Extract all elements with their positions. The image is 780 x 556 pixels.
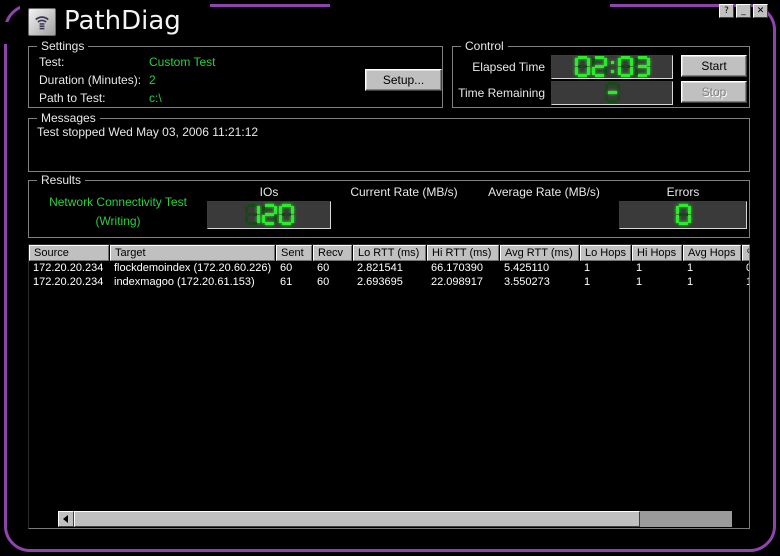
setup-button[interactable]: Setup...: [365, 69, 442, 91]
messages-panel: Messages Test stopped Wed May 03, 2006 1…: [28, 111, 750, 172]
setting-label-duration: Duration (Minutes):: [39, 73, 142, 87]
results-header-average-rate: Average Rate (MB/s): [488, 185, 600, 199]
lcd-digit: [617, 56, 633, 78]
table-cell: indexmagoo (172.20.61.153): [114, 276, 255, 288]
window-controls: ? _ ✕: [719, 4, 768, 18]
setting-row-path: Path to Test: c:\: [39, 91, 162, 105]
scrollbar-corner: [732, 511, 748, 527]
scrollbar-thumb[interactable]: [74, 511, 640, 527]
results-panel: Results Network Connectivity Test (Writi…: [28, 173, 750, 238]
application-window: PathDiag ? _ ✕ Settings Test: Custom Test…: [0, 0, 780, 556]
table-cell: 60: [317, 262, 330, 274]
table-column-header[interactable]: Hi RTT (ms): [427, 245, 499, 261]
table-row[interactable]: 172.20.20.234 flockdemoindex (172.20.60.2…: [29, 261, 749, 275]
frame-mask: [0, 22, 12, 44]
table-cell: 2.693695: [357, 276, 403, 288]
results-header-errors: Errors: [666, 185, 700, 199]
results-test-state: (Writing): [95, 214, 141, 228]
table-cell: 1: [687, 262, 694, 274]
lcd-digit: [675, 204, 691, 226]
setting-row-duration: Duration (Minutes): 2: [39, 73, 156, 87]
close-button[interactable]: ✕: [753, 4, 768, 18]
messages-legend: Messages: [37, 111, 100, 125]
setting-row-test: Test: Custom Test: [39, 55, 215, 69]
time-remaining-label: Time Remaining: [458, 86, 545, 100]
table-column-header[interactable]: Avg RTT (ms): [500, 245, 579, 261]
help-button[interactable]: ?: [719, 4, 734, 18]
table-cell: 0: [742, 261, 749, 275]
table-cell: 22.098917: [431, 276, 483, 288]
table-column-header[interactable]: Lo RTT (ms): [353, 245, 426, 261]
table-cell: 1: [742, 275, 749, 289]
start-button[interactable]: Start: [681, 55, 747, 77]
table-column-header[interactable]: Hi Hops: [632, 245, 682, 261]
results-header-ios: IOs: [259, 185, 279, 199]
elapsed-time-display: [551, 55, 673, 79]
table-cell: 1: [636, 262, 643, 274]
table-column-header[interactable]: Sent: [276, 245, 312, 261]
table-cell: 5.425110: [504, 262, 550, 274]
ios-display: [207, 201, 331, 229]
table-column-header[interactable]: Source: [29, 245, 109, 261]
title-bar: PathDiag ? _ ✕: [22, 2, 768, 40]
results-table[interactable]: Source Target Sent Recv Lo RTT (ms) Hi RTT (m…: [28, 244, 750, 529]
page-title: PathDiag: [64, 6, 181, 36]
setting-value-test: Custom Test: [149, 55, 216, 69]
wifi-signal-icon: [28, 8, 56, 36]
lcd-digit: [604, 82, 620, 104]
table-cell: 1: [636, 276, 643, 288]
scrollbar-track[interactable]: [74, 511, 732, 527]
table-cell: flockdemoindex (172.20.60.226): [114, 262, 272, 274]
table-row[interactable]: 172.20.20.234 indexmagoo (172.20.61.153) 6…: [29, 275, 749, 289]
settings-legend: Settings: [37, 39, 89, 53]
lcd-digit: [261, 204, 277, 226]
elapsed-time-label: Elapsed Time: [472, 60, 545, 74]
table-cell: 172.20.20.234: [33, 262, 104, 274]
table-cell: 1: [584, 262, 591, 274]
table-header-row: Source Target Sent Recv Lo RTT (ms) Hi RTT (m…: [29, 245, 749, 261]
table-cell: 60: [280, 262, 293, 274]
settings-panel: Settings Test: Custom Test Duration (Minu…: [28, 39, 443, 108]
stop-button[interactable]: Stop: [681, 81, 747, 103]
table-column-header[interactable]: Recv: [313, 245, 352, 261]
setting-value-duration: 2: [149, 73, 156, 87]
lcd-digit: [574, 56, 590, 78]
control-legend: Control: [461, 39, 508, 53]
lcd-digit: [634, 56, 650, 78]
results-legend: Results: [37, 173, 86, 187]
table-cell: 1: [687, 276, 694, 288]
table-cell: 61: [280, 276, 293, 288]
table-cell: 60: [317, 276, 330, 288]
setting-value-path: c:\: [149, 91, 162, 105]
table-cell: 66.170390: [431, 262, 483, 274]
scroll-left-arrow-icon[interactable]: [58, 511, 74, 527]
minimize-button[interactable]: _: [736, 4, 751, 18]
table-column-header[interactable]: Avg Hops: [683, 245, 741, 261]
setting-label-test: Test:: [39, 55, 65, 69]
table-column-header[interactable]: Target: [110, 245, 275, 261]
message-line: Test stopped Wed May 03, 2006 11:21:12: [37, 125, 259, 139]
table-cell: 1: [584, 276, 591, 288]
table-cell: 172.20.20.234: [33, 276, 104, 288]
setting-label-path: Path to Test:: [39, 91, 106, 105]
table-cell: 3.550273: [504, 276, 550, 288]
errors-display: [619, 201, 747, 229]
table-cell: 2.821541: [357, 262, 403, 274]
lcd-colon: [609, 56, 616, 78]
lcd-digit: [244, 204, 260, 226]
control-panel: Control Elapsed Time Time Remaining Star…: [452, 39, 750, 108]
results-test-name: Network Connectivity Test: [49, 195, 187, 209]
time-remaining-display: [551, 81, 673, 105]
horizontal-scrollbar[interactable]: [58, 511, 748, 527]
table-column-header[interactable]: Lo Hops: [580, 245, 631, 261]
table-body: 172.20.20.234 flockdemoindex (172.20.60.2…: [29, 261, 749, 289]
results-header-current-rate: Current Rate (MB/s): [350, 185, 458, 199]
lcd-digit: [278, 204, 294, 226]
table-column-header[interactable]: % L: [742, 245, 749, 261]
lcd-digit: [591, 56, 607, 78]
